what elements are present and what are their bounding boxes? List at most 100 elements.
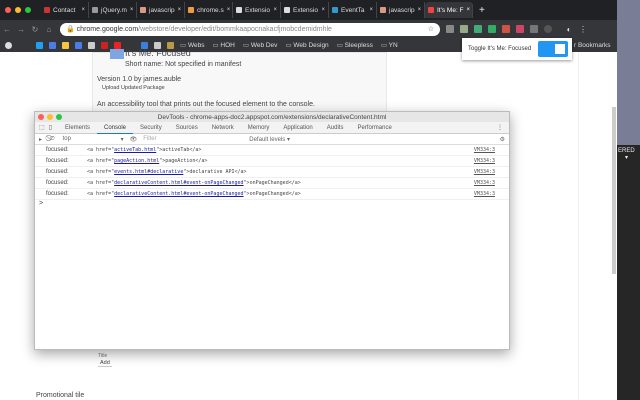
href-link[interactable]: events.html#declarative [114, 169, 183, 175]
browser-tab[interactable]: jQuery.m × [89, 2, 137, 18]
close-tab-icon[interactable]: × [81, 7, 85, 13]
close-tab-icon[interactable]: × [273, 7, 277, 13]
code-suffix: ">onPageChanged</a> [243, 191, 301, 197]
new-tab-button[interactable]: + [479, 5, 485, 16]
field-hint: Title [98, 353, 108, 359]
bookmark-icon[interactable] [5, 41, 12, 49]
bookmark-folder[interactable]: Web Dev [243, 41, 278, 49]
reload-icon[interactable]: ↻ [28, 25, 42, 34]
close-tab-icon[interactable]: × [418, 7, 422, 13]
close-tab-icon[interactable]: × [227, 7, 231, 13]
more-options-icon[interactable]: ⋮ [497, 124, 509, 131]
tab-favicon-icon [380, 7, 386, 13]
other-bookmarks[interactable]: r Bookmarks [574, 42, 610, 49]
menu-icon[interactable]: ⋮ [576, 25, 590, 34]
bookmark-folder[interactable]: Web Design [285, 41, 328, 49]
devtools-tab-console[interactable]: Console [97, 122, 134, 134]
close-tab-icon[interactable]: × [321, 7, 325, 13]
browser-tab[interactable]: chrome.s × [185, 2, 233, 18]
href-link[interactable]: declarativeContent.html#event-onPageChan… [114, 180, 243, 186]
href-link[interactable]: pageAction.html [114, 158, 159, 164]
devtools-tab-elements[interactable]: Elements [58, 122, 97, 134]
close-tab-icon[interactable]: × [467, 7, 471, 13]
extension-icon[interactable] [460, 25, 468, 33]
back-icon[interactable]: ← [0, 25, 14, 34]
source-link[interactable]: VM334:3 [474, 169, 495, 175]
window-controls[interactable] [0, 7, 41, 13]
levels-dropdown[interactable]: Default levels ▾ [249, 136, 290, 143]
bookmark-folder[interactable]: Sleepless [337, 41, 373, 49]
upload-package-link[interactable]: Upload Updated Package [102, 85, 165, 91]
extension-icon[interactable] [530, 25, 538, 33]
eye-icon[interactable]: 👁 [124, 136, 144, 143]
bookmark-icon[interactable] [88, 41, 95, 49]
extension-popup: Toggle It's Me: Focused [462, 38, 572, 60]
popup-label: Toggle It's Me: Focused [468, 46, 532, 52]
browser-tab[interactable]: javascrip × [377, 2, 425, 18]
dropdown-arrow-icon[interactable]: ▾ [617, 154, 640, 161]
youtube-bookmark-icon[interactable] [114, 41, 121, 49]
keep-bookmark-icon[interactable] [62, 41, 69, 49]
devtools-tab-security[interactable]: Security [133, 122, 169, 134]
extension-logo-icon [110, 49, 124, 59]
log-code: <a href="declarativeContent.html#event-o… [75, 180, 301, 186]
settings-gear-icon[interactable]: ⚙ [500, 136, 509, 143]
devtools-tab-performance[interactable]: Performance [350, 122, 398, 134]
calendar-bookmark-icon[interactable] [75, 41, 82, 49]
bookmark-icon[interactable] [101, 41, 108, 49]
devtools-tab-network[interactable]: Network [205, 122, 241, 134]
focus-toggle[interactable] [538, 41, 568, 57]
devtools-titlebar[interactable]: DevTools - chrome-apps-doc2.appspot.com/… [35, 112, 509, 122]
tab-bar: Contact × jQuery.m × javascrip × chrome.s × Exte… [0, 0, 617, 20]
console-prompt[interactable]: > [35, 200, 509, 207]
twitter-bookmark-icon[interactable] [36, 41, 43, 49]
tab-title: It's Me: F [437, 6, 464, 14]
extension-icon[interactable] [502, 25, 510, 33]
browser-tab[interactable]: EventTa × [329, 2, 377, 18]
source-link[interactable]: VM334:3 [474, 180, 495, 186]
devtools-tab-sources[interactable]: Sources [169, 122, 205, 134]
source-link[interactable]: VM334:3 [474, 147, 495, 153]
href-link[interactable]: declarativeContent.html#event-onPageChan… [114, 191, 243, 197]
extension-icon[interactable] [446, 25, 454, 33]
docs-bookmark-icon[interactable] [49, 41, 56, 49]
extension-icon[interactable] [488, 25, 496, 33]
tab-favicon-icon [236, 7, 242, 13]
browser-tab[interactable]: Extensio × [233, 2, 281, 18]
home-icon[interactable]: ⌂ [42, 25, 56, 34]
bookmark-folder[interactable]: HOH [212, 41, 234, 49]
browser-tab[interactable]: Extensio × [281, 2, 329, 18]
extension-icon[interactable] [516, 25, 524, 33]
sidebar-toggle-icon[interactable]: ▸ [35, 136, 46, 143]
source-link[interactable]: VM334:3 [474, 158, 495, 164]
clear-console-icon[interactable]: ⃠⊘ [46, 136, 59, 143]
href-link[interactable]: activeTab.html [114, 147, 156, 153]
log-label: focused: [46, 169, 69, 175]
browser-tab[interactable]: javascrip × [137, 2, 185, 18]
close-tab-icon[interactable]: × [130, 7, 134, 13]
source-link[interactable]: VM334:3 [474, 191, 495, 197]
bookmark-star-icon[interactable]: ☆ [428, 25, 434, 33]
shield-extension-icon[interactable] [474, 25, 482, 33]
close-tab-icon[interactable]: × [369, 7, 373, 13]
devtools-tab-audits[interactable]: Audits [320, 122, 351, 134]
address-bar[interactable]: 🔒 chrome.google.com/webstore/developer/e… [60, 22, 440, 36]
forward-icon[interactable]: → [14, 25, 28, 34]
devtools-tab-application[interactable]: Application [276, 122, 319, 134]
inspect-icon[interactable]: ⬚ [35, 124, 49, 131]
browser-tab[interactable]: It's Me: F × [425, 2, 473, 18]
tab-favicon-icon [140, 7, 146, 13]
add-button[interactable]: Add [98, 360, 112, 367]
tab-title: javascrip [389, 6, 415, 14]
its-me-focused-extension-icon[interactable] [544, 25, 552, 33]
close-tab-icon[interactable]: × [178, 7, 182, 13]
bookmark-folder[interactable]: YN [381, 41, 398, 49]
page-scrollbar[interactable] [612, 107, 616, 274]
devtools-tab-memory[interactable]: Memory [241, 122, 277, 134]
device-toolbar-icon[interactable]: ▯ [49, 124, 58, 131]
filter-input[interactable]: Filter [143, 136, 249, 142]
code-prefix: <a href=" [87, 180, 115, 186]
profile-icon[interactable]: ◐ [562, 25, 576, 34]
context-select[interactable]: top [59, 136, 121, 142]
browser-tab[interactable]: Contact × [41, 2, 89, 18]
